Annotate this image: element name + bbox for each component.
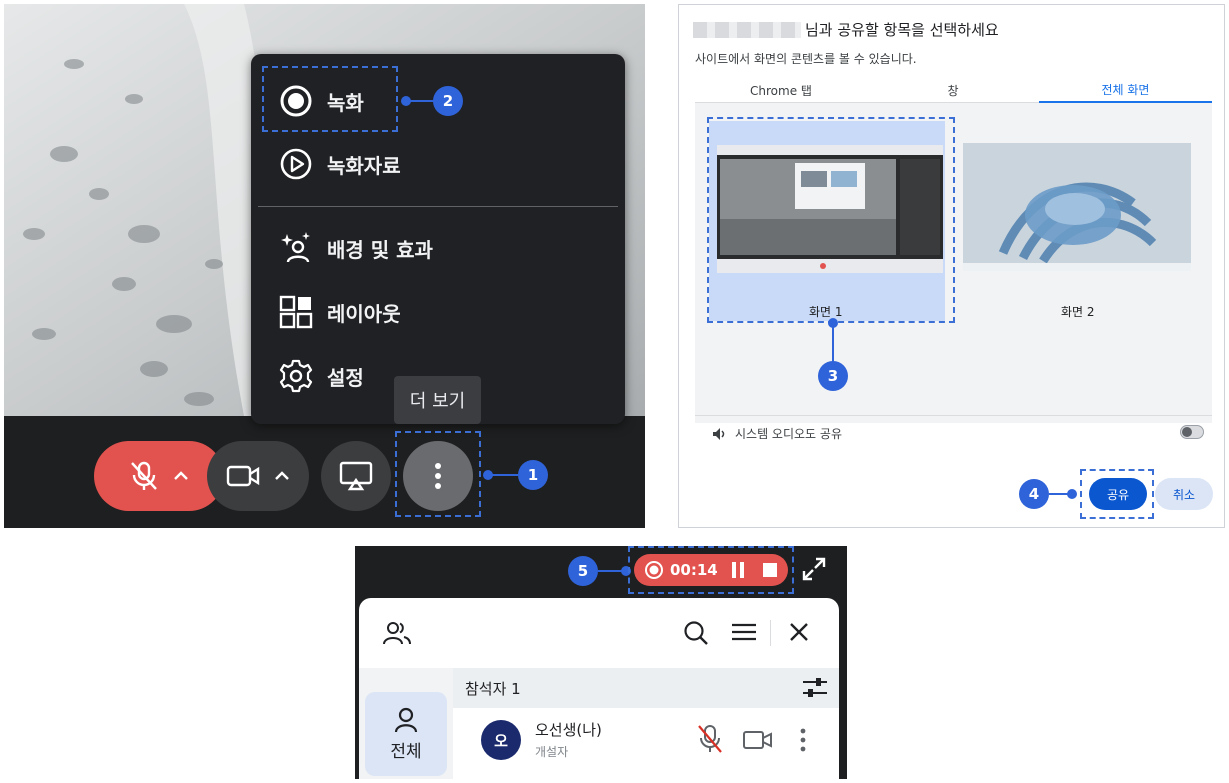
highlight-record	[262, 66, 398, 132]
menu-item-settings[interactable]: 설정	[279, 354, 364, 398]
highlight-share-button	[1080, 469, 1154, 519]
mic-off-icon[interactable]	[697, 724, 723, 754]
tab-all-label: 전체	[390, 741, 422, 762]
play-circle-icon	[280, 148, 312, 180]
participant-row: 오 오선생(나) 개설자	[453, 708, 839, 779]
tab-entire-screen[interactable]: 전체 화면	[1039, 77, 1212, 103]
avatar: 오	[481, 720, 521, 760]
participant-name: 오선생(나)	[535, 721, 602, 739]
callout-2-leader	[406, 100, 436, 102]
callout-2: 2	[433, 86, 463, 116]
participant-role: 개설자	[535, 745, 569, 759]
menu-item-recordings[interactable]: 녹화자료	[279, 142, 401, 186]
menu-item-effects[interactable]: 배경 및 효과	[279, 226, 433, 270]
menu-item-settings-label: 설정	[327, 365, 364, 390]
menu-item-effects-label: 배경 및 효과	[327, 237, 433, 262]
tooltip-more: 더 보기	[394, 376, 481, 424]
chevron-up-icon[interactable]	[274, 471, 290, 481]
more-vert-icon[interactable]	[800, 728, 806, 752]
participant-count: 참석자 1	[465, 679, 521, 698]
callout-1: 1	[518, 460, 548, 490]
share-dialog-title: 님과 공유할 항목을 선택하세요	[693, 19, 999, 40]
system-audio-label: 시스템 오디오도 공유	[735, 427, 842, 441]
present-screen-button[interactable]	[321, 441, 391, 511]
participants-panel-view: 5 00:14 전체 참석자 1 오 오선생(나) 개설자	[355, 546, 847, 779]
tab-all-participants[interactable]: 전체	[365, 692, 447, 776]
meeting-control-bar	[4, 416, 645, 528]
highlight-screen-1	[707, 117, 955, 323]
system-audio-toggle[interactable]	[1180, 425, 1204, 439]
highlight-recording	[628, 546, 794, 594]
menu-divider	[258, 206, 618, 207]
participants-card: 전체 참석자 1 오 오선생(나) 개설자	[359, 598, 839, 779]
callout-4-anchor	[1067, 489, 1077, 499]
participants-header	[359, 598, 839, 668]
present-screen-icon	[339, 461, 373, 491]
chevron-up-icon[interactable]	[173, 471, 189, 481]
callout-3: 3	[818, 361, 848, 391]
fullscreen-icon[interactable]	[801, 556, 827, 582]
camera-icon[interactable]	[743, 730, 773, 750]
person-icon	[394, 707, 418, 732]
menu-item-layout[interactable]: 레이아웃	[279, 290, 401, 334]
sliders-icon[interactable]	[803, 677, 827, 699]
participant-filter-rail: 전체	[359, 668, 453, 779]
header-divider	[770, 620, 771, 646]
search-icon[interactable]	[683, 620, 709, 646]
close-icon[interactable]	[788, 621, 810, 643]
highlight-more	[395, 431, 481, 517]
system-audio-row: 시스템 오디오도 공유	[695, 415, 1212, 451]
menu-icon[interactable]	[732, 622, 756, 642]
share-dialog-subtitle: 사이트에서 화면의 콘텐츠를 볼 수 있습니다.	[695, 52, 917, 66]
screen-2-thumbnail[interactable]	[963, 143, 1191, 271]
share-screen-dialog: 님과 공유할 항목을 선택하세요 사이트에서 화면의 콘텐츠를 볼 수 있습니다…	[678, 4, 1225, 528]
menu-item-layout-label: 레이아웃	[327, 301, 401, 326]
mic-toggle-button[interactable]	[94, 441, 224, 511]
callout-4: 4	[1019, 479, 1049, 509]
gear-icon	[279, 359, 313, 393]
callout-3-leader	[832, 323, 834, 363]
camera-icon	[226, 465, 260, 487]
people-icon	[383, 622, 411, 645]
callout-5: 5	[568, 556, 598, 586]
sparkle-person-icon	[281, 232, 310, 263]
meeting-view-panel: 녹화 녹화자료 배경 및 효과 레이아웃 설정 더 보기 2 1	[4, 4, 645, 528]
tab-chrome-tab[interactable]: Chrome 탭	[695, 77, 867, 103]
participant-count-row: 참석자 1	[453, 668, 839, 708]
menu-item-recordings-label: 녹화자료	[327, 153, 401, 178]
share-tab-strip: Chrome 탭 창 전체 화면	[695, 77, 1212, 103]
mic-off-icon	[131, 461, 157, 490]
share-dialog-title-text: 님과 공유할 항목을 선택하세요	[805, 21, 999, 39]
screen-2-label: 화면 2	[1061, 305, 1095, 319]
speaker-icon	[713, 428, 725, 440]
callout-1-leader	[488, 474, 518, 476]
cancel-button[interactable]: 취소	[1155, 478, 1213, 510]
blurred-site-name	[693, 21, 801, 38]
layout-grid-icon	[279, 295, 313, 329]
camera-toggle-button[interactable]	[207, 441, 309, 511]
tab-window[interactable]: 창	[867, 77, 1039, 103]
